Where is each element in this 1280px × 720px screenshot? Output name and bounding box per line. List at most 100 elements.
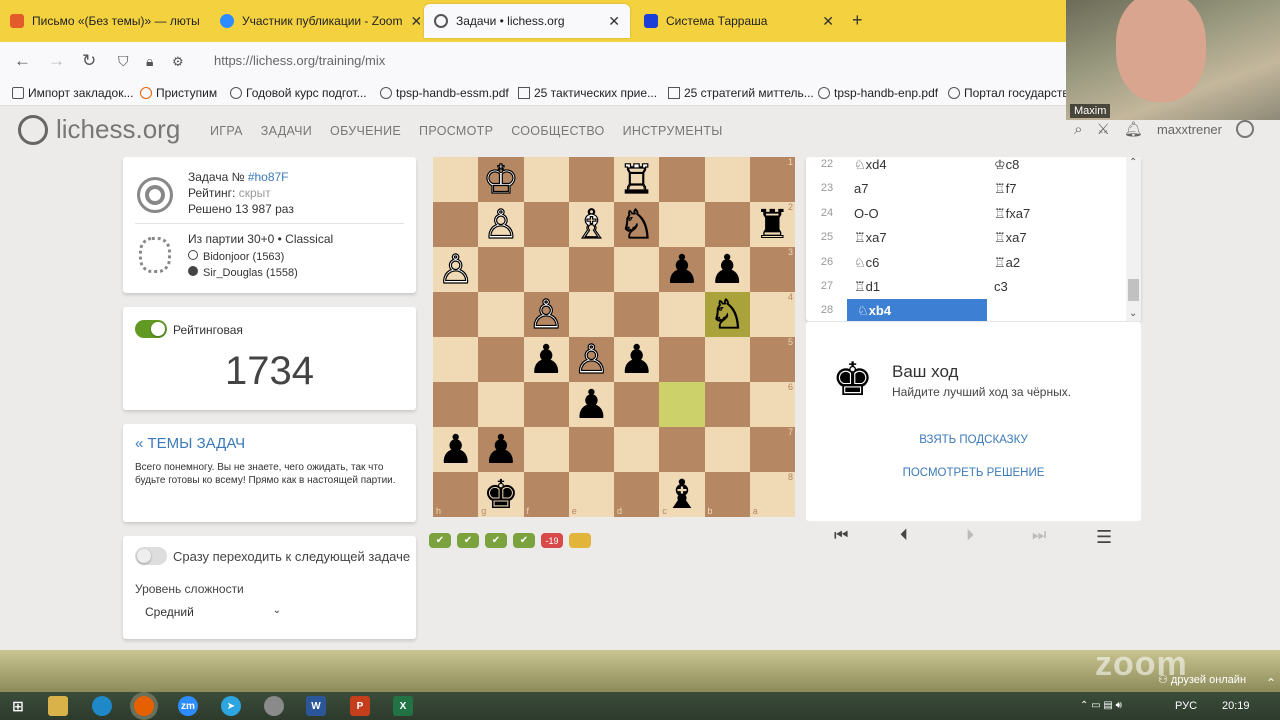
board-square[interactable]: [659, 157, 705, 202]
white-player-link[interactable]: Bidonjoor (1563): [203, 251, 284, 263]
board-square[interactable]: [704, 337, 750, 382]
username[interactable]: maxxtrener: [1157, 122, 1222, 137]
bell-icon[interactable]: 🔔︎: [1124, 120, 1143, 138]
auto-next-toggle[interactable]: [135, 547, 167, 565]
menu-item-community[interactable]: СООБЩЕСТВО: [511, 124, 604, 138]
board-square[interactable]: [478, 382, 524, 427]
bookmark-item[interactable]: tpsp-handb-enp.pdf: [818, 86, 938, 100]
board-square[interactable]: ♟: [614, 337, 660, 382]
streak-badge[interactable]: ✔: [513, 533, 535, 548]
lock-icon[interactable]: 🔒︎: [146, 53, 153, 70]
chess-piece[interactable]: ♝: [664, 475, 700, 515]
bookmark-item[interactable]: Импорт закладок...: [12, 86, 133, 100]
board-square[interactable]: [523, 382, 569, 427]
chess-piece[interactable]: ♘: [709, 294, 746, 335]
board-square[interactable]: [568, 157, 614, 202]
board-square[interactable]: ♟: [523, 337, 569, 382]
board-square[interactable]: [568, 427, 614, 472]
board-square[interactable]: [523, 157, 569, 202]
edge-icon[interactable]: [92, 696, 112, 716]
word-icon[interactable]: W: [306, 696, 326, 716]
board-square[interactable]: 8a: [749, 472, 795, 517]
board-square[interactable]: ♟: [659, 247, 705, 292]
difficulty-select[interactable]: Средний ⌄: [135, 602, 285, 624]
chess-piece[interactable]: ♟: [483, 430, 519, 470]
firefox-icon[interactable]: [134, 696, 154, 716]
bookmark-item[interactable]: tpsp-handb-essm.pdf: [380, 86, 509, 100]
bookmark-item[interactable]: Портал государстве: [948, 86, 1075, 100]
board-square[interactable]: h: [433, 472, 479, 517]
white-move[interactable]: O-O: [854, 206, 879, 221]
board-square[interactable]: ♟: [433, 427, 479, 472]
chess-piece[interactable]: ♙: [528, 294, 565, 335]
scroll-down-icon[interactable]: ⌄: [1129, 308, 1137, 319]
white-move[interactable]: ♖d1: [854, 279, 880, 295]
game-info[interactable]: Из партии 30+0 • Classical: [188, 231, 333, 247]
scroll-thumb[interactable]: [1128, 279, 1139, 301]
chess-piece[interactable]: ♜: [754, 205, 790, 245]
board-square[interactable]: [614, 247, 660, 292]
board-square[interactable]: ♙: [433, 247, 479, 292]
tab-mail[interactable]: Письмо «(Без темы)» — люты ✕: [0, 4, 205, 38]
last-move-icon[interactable]: ⏭: [1032, 527, 1046, 545]
first-move-icon[interactable]: ⏮: [834, 527, 848, 545]
language-indicator[interactable]: РУС: [1175, 700, 1197, 712]
board-square[interactable]: ♙: [568, 337, 614, 382]
board-square[interactable]: ♗: [568, 202, 614, 247]
black-move[interactable]: ♖fxa7: [994, 206, 1030, 222]
close-icon[interactable]: ✕: [814, 13, 834, 30]
chess-piece[interactable]: ♖: [618, 159, 655, 200]
scroll-up-icon[interactable]: ⌃: [1129, 157, 1137, 168]
chess-piece[interactable]: ♙: [437, 249, 474, 290]
windows-start-icon[interactable]: ⊞: [8, 696, 28, 716]
board-square[interactable]: ♟: [704, 247, 750, 292]
menu-item-tools[interactable]: ИНСТРУМЕНТЫ: [623, 124, 723, 138]
powerpoint-icon[interactable]: P: [350, 696, 370, 716]
white-move[interactable]: a7: [854, 181, 868, 196]
tab-tarrasch[interactable]: Система Тарраша ✕: [634, 4, 844, 38]
close-icon[interactable]: ✕: [200, 13, 205, 30]
explorer-icon[interactable]: [48, 696, 68, 716]
board-square[interactable]: ♘: [704, 292, 750, 337]
clock[interactable]: 20:19: [1222, 700, 1250, 712]
black-move[interactable]: c3: [994, 279, 1008, 294]
board-square[interactable]: e: [568, 472, 614, 517]
permissions-icon[interactable]: ⚙: [172, 54, 184, 70]
chess-piece[interactable]: ♙: [573, 339, 610, 380]
board-square[interactable]: d: [614, 472, 660, 517]
view-solution-button[interactable]: ПОСМОТРЕТЬ РЕШЕНИЕ: [806, 467, 1141, 479]
board-square[interactable]: 6: [749, 382, 795, 427]
board-square[interactable]: [659, 337, 705, 382]
streak-badge[interactable]: -19: [541, 533, 563, 548]
white-move[interactable]: ♖xa7: [854, 230, 887, 246]
next-move-icon[interactable]: ⏵: [966, 527, 974, 545]
board-square[interactable]: [659, 382, 705, 427]
board-square[interactable]: [523, 247, 569, 292]
streak-badge[interactable]: ✔: [429, 533, 451, 548]
back-icon[interactable]: ←: [14, 51, 31, 71]
board-square[interactable]: [433, 382, 479, 427]
streak-badge[interactable]: [569, 533, 591, 548]
board-square[interactable]: [704, 382, 750, 427]
streak-badge[interactable]: ✔: [457, 533, 479, 548]
search-icon[interactable]: ⌕: [1074, 121, 1082, 138]
excel-icon[interactable]: X: [393, 696, 413, 716]
board-square[interactable]: [433, 157, 479, 202]
chess-piece[interactable]: ♟: [709, 250, 745, 290]
board-square[interactable]: ♚ g: [478, 472, 524, 517]
board-square[interactable]: [523, 202, 569, 247]
menu-item-learn[interactable]: ОБУЧЕНИЕ: [330, 124, 401, 138]
board-square[interactable]: [433, 292, 479, 337]
tray-icons[interactable]: ⌃ ▭ ▤ 🔊︎: [1080, 700, 1122, 711]
chess-piece[interactable]: ♟: [438, 430, 474, 470]
board-square[interactable]: ♟: [478, 427, 524, 472]
chess-piece[interactable]: ♟: [573, 385, 609, 425]
user-avatar-icon[interactable]: [1236, 120, 1254, 138]
board-square[interactable]: [523, 427, 569, 472]
forward-icon[interactable]: →: [48, 51, 65, 71]
hint-button[interactable]: ВЗЯТЬ ПОДСКАЗКУ: [806, 434, 1141, 446]
board-square[interactable]: b: [704, 472, 750, 517]
board-square[interactable]: ♘: [614, 202, 660, 247]
chess-piece[interactable]: ♚: [483, 475, 519, 515]
board-square[interactable]: 1: [749, 157, 795, 202]
